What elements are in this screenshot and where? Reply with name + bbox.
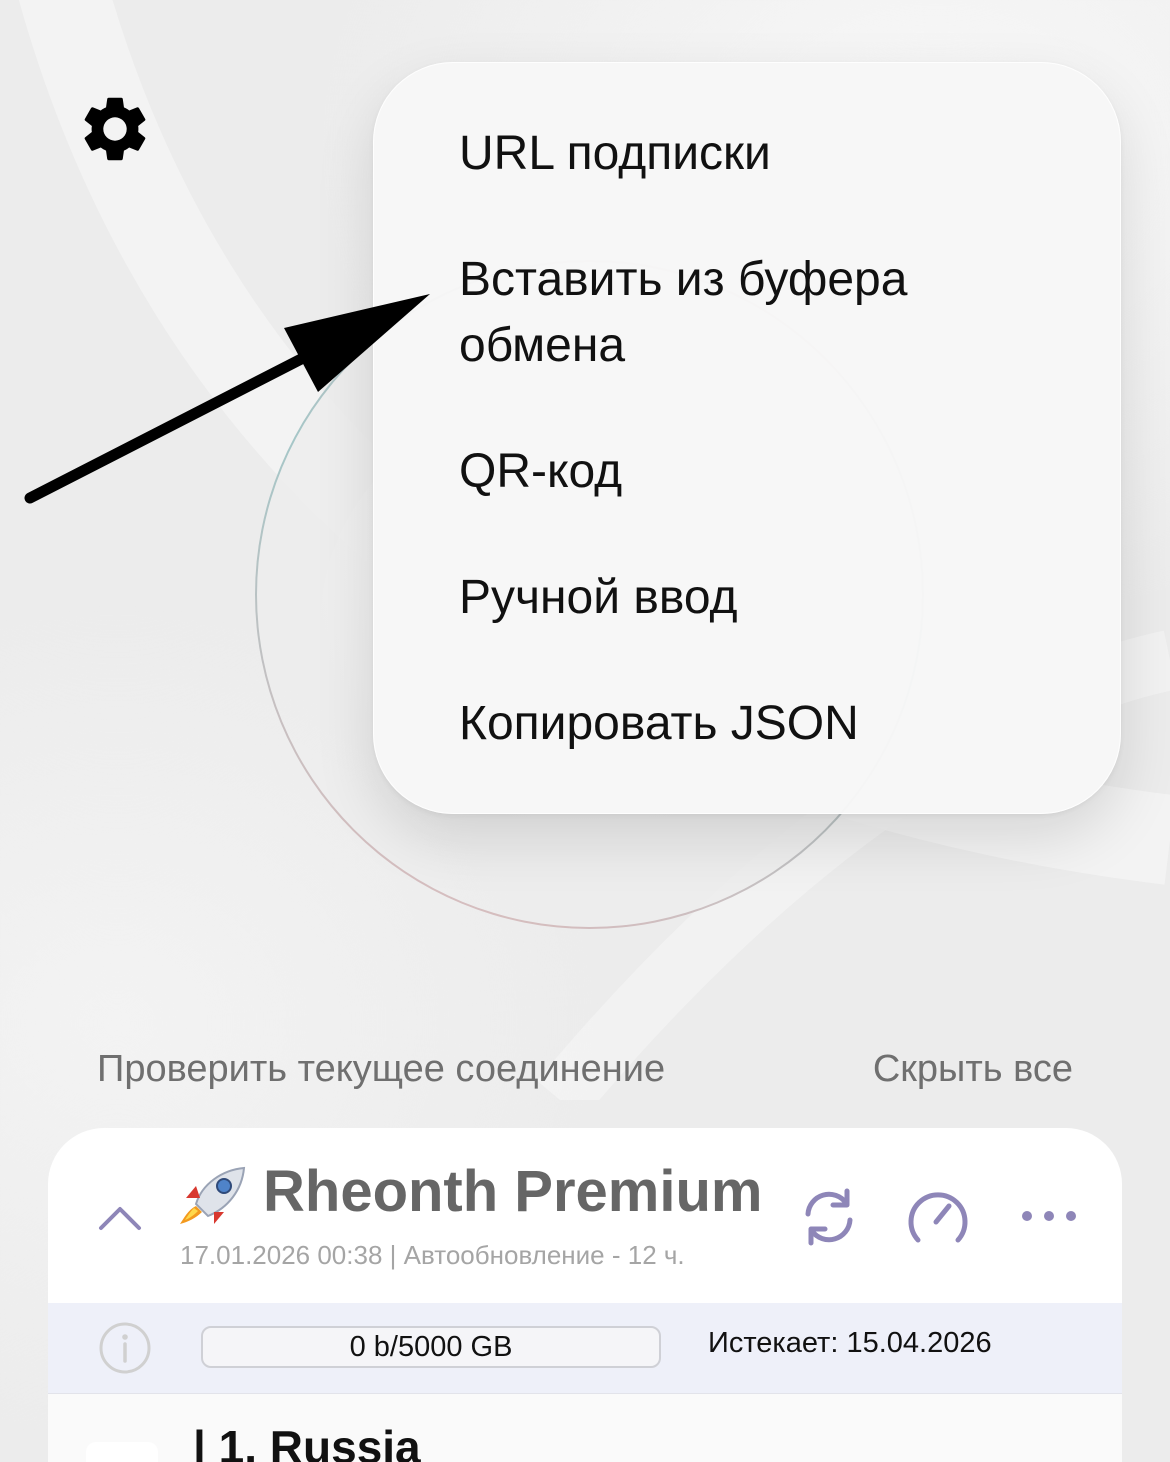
hide-all-link[interactable]: Скрыть все bbox=[873, 1048, 1073, 1091]
menu-item-paste-clipboard[interactable]: Вставить из буфера обмена bbox=[459, 247, 979, 379]
expiry-date: Истекает: 15.04.2026 bbox=[708, 1327, 992, 1359]
gear-icon[interactable] bbox=[76, 90, 154, 168]
more-dots-icon[interactable] bbox=[1020, 1206, 1078, 1226]
subscription-card: Rheonth Premium 17.01.2026 00:38 | Автоо… bbox=[48, 1128, 1122, 1462]
arrow-icon bbox=[24, 294, 430, 504]
menu-item-subscription-url[interactable]: URL подписки bbox=[459, 121, 1080, 187]
info-icon[interactable] bbox=[98, 1321, 152, 1375]
chevron-up-icon[interactable] bbox=[98, 1203, 142, 1231]
actions-row: Проверить текущее соединение Скрыть все bbox=[0, 1048, 1170, 1104]
traffic-usage-bar: 0 b/5000 GB bbox=[201, 1326, 661, 1368]
refresh-icon[interactable] bbox=[798, 1186, 860, 1248]
server-flag bbox=[86, 1442, 158, 1462]
subscription-info-strip: 0 b/5000 GB Истекает: 15.04.2026 bbox=[48, 1303, 1122, 1394]
subscription-meta: 17.01.2026 00:38 | Автообновление - 12 ч… bbox=[180, 1240, 685, 1270]
menu-item-qr-code[interactable]: QR-код bbox=[459, 439, 1080, 505]
check-connection-link[interactable]: Проверить текущее соединение bbox=[97, 1048, 665, 1091]
speedometer-icon[interactable] bbox=[906, 1186, 970, 1248]
menu-item-copy-json[interactable]: Копировать JSON bbox=[459, 691, 1080, 757]
menu-item-manual-input[interactable]: Ручной ввод bbox=[459, 565, 1080, 631]
traffic-usage-text: 0 b/5000 GB bbox=[349, 1331, 513, 1363]
rocket-icon bbox=[180, 1166, 246, 1224]
add-profile-menu: URL подписки Вставить из буфера обмена Q… bbox=[373, 62, 1121, 814]
server-name: | 1. Russia bbox=[193, 1421, 421, 1462]
server-list-item[interactable]: | 1. Russia bbox=[48, 1394, 1122, 1462]
subscription-name: Rheonth Premium bbox=[263, 1159, 763, 1224]
